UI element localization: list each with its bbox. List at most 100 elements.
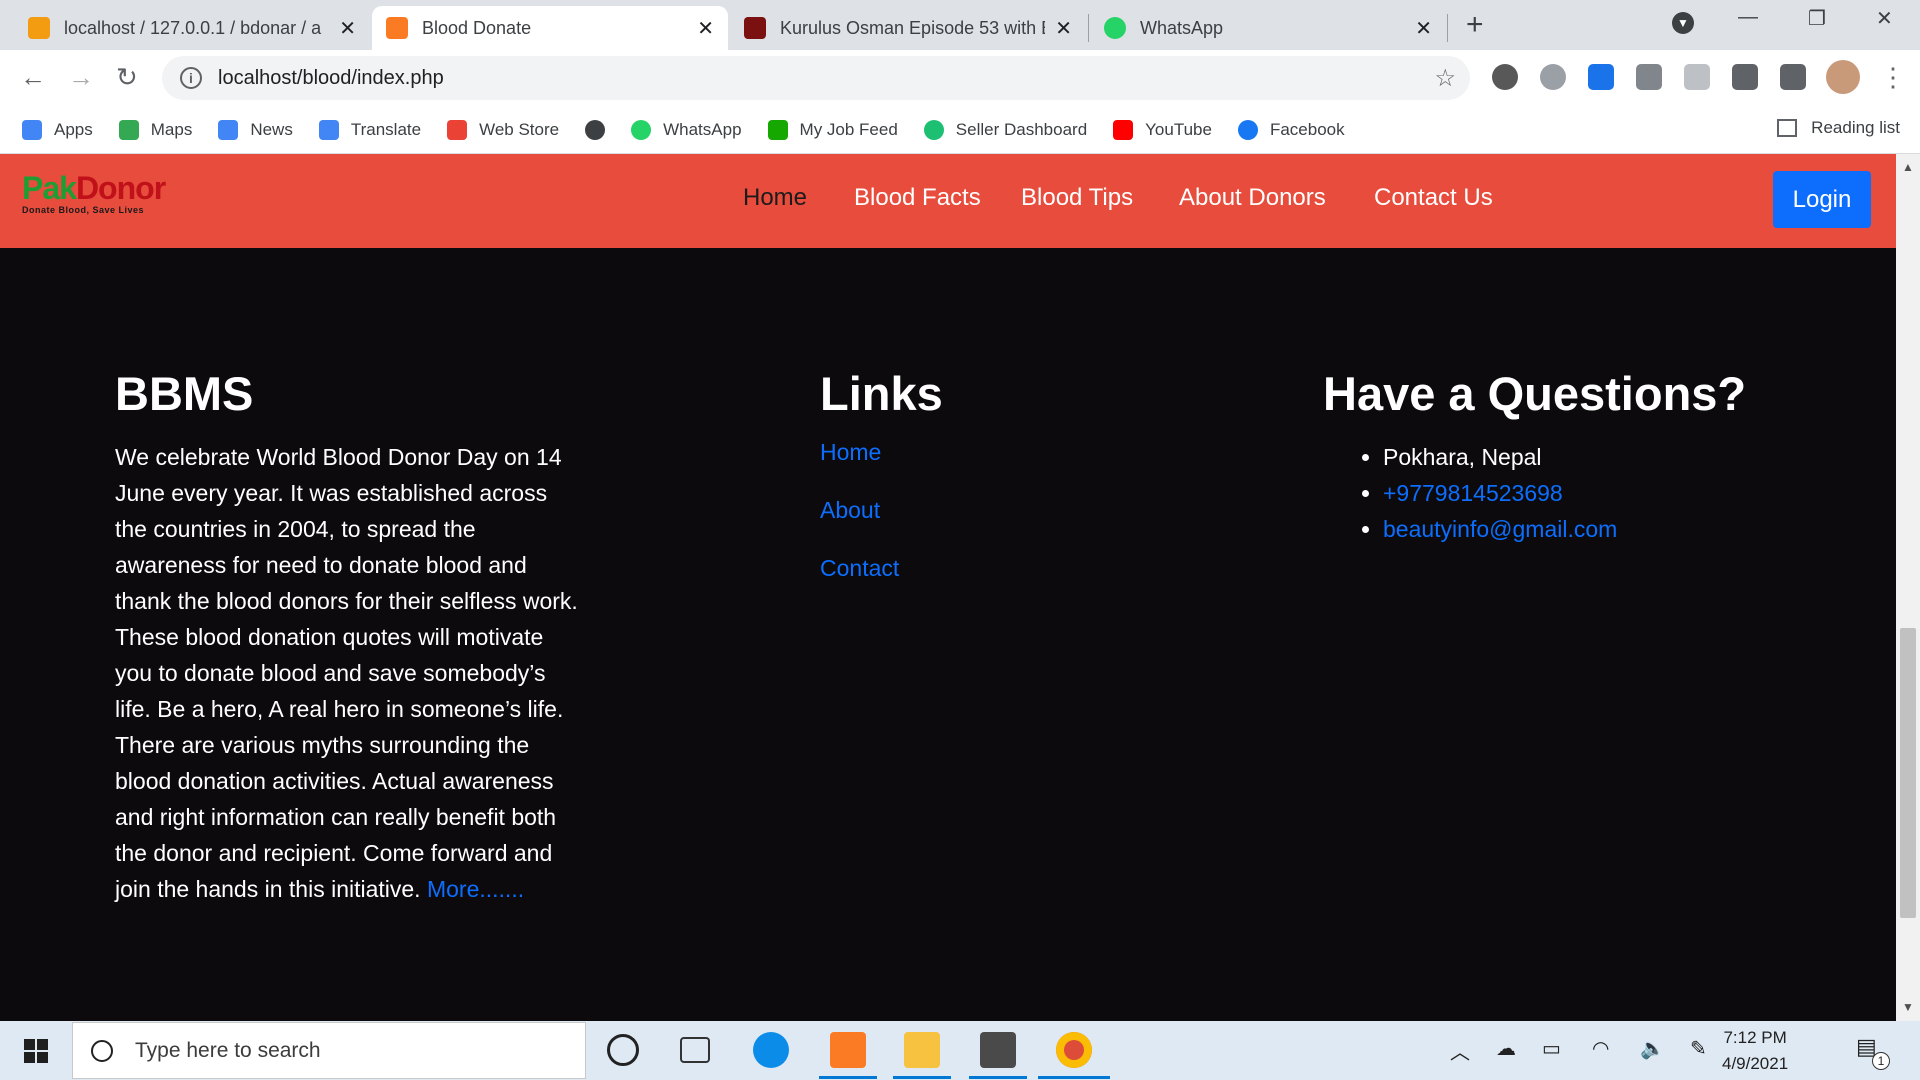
contact-title: Have a Questions? <box>1323 367 1747 420</box>
menu-icon[interactable]: ⋮ <box>1880 62 1906 93</box>
links-column: Links Home About Contact <box>820 366 943 613</box>
about-column: BBMS We celebrate World Blood Donor Day … <box>115 366 585 907</box>
task-view-icon[interactable] <box>680 1037 710 1063</box>
news-icon <box>218 119 239 140</box>
bookmark-facebook[interactable]: Facebook <box>1237 119 1345 140</box>
taskbar-search-box[interactable]: Type here to search <box>72 1022 586 1079</box>
footer-link-home[interactable]: Home <box>820 439 943 466</box>
xampp-icon[interactable] <box>830 1032 866 1068</box>
tab-separator <box>1447 14 1448 42</box>
search-icon <box>91 1039 113 1062</box>
close-tab-icon[interactable]: ✕ <box>697 16 714 41</box>
minimize-button[interactable]: — <box>1738 6 1758 29</box>
windows-logo-icon <box>24 1038 48 1063</box>
bookmark-seller-dashboard[interactable]: Seller Dashboard <box>923 119 1087 140</box>
footer-link-about[interactable]: About <box>820 497 943 524</box>
profile-avatar[interactable] <box>1826 60 1860 94</box>
wifi-icon[interactable]: ◠ <box>1592 1036 1609 1061</box>
windows-taskbar: Type here to search <box>0 1021 1920 1080</box>
bookmark-web-store[interactable]: Web Store <box>447 119 559 140</box>
bookmark-translate[interactable]: Translate <box>318 119 421 140</box>
wordpress-extension-icon[interactable] <box>1492 64 1518 90</box>
site-info-icon[interactable]: i <box>180 67 202 89</box>
site-navbar: PakDonor Donate Blood, Save Lives Home B… <box>0 154 1896 248</box>
tab-separator <box>1088 14 1089 42</box>
cortana-icon[interactable] <box>607 1034 639 1066</box>
tab-kurulus-osman[interactable]: Kurulus Osman Episode 53 with E ✕ <box>730 6 1086 50</box>
reading-list-button[interactable]: Reading list <box>1777 118 1900 138</box>
bookmarks-bar: Apps Maps News Translate Web Store Whats… <box>0 106 1920 154</box>
media-control-icon[interactable] <box>1780 64 1806 90</box>
more-link[interactable]: More....... <box>427 876 524 902</box>
whatsapp-icon <box>1104 17 1126 39</box>
nav-blood-facts[interactable]: Blood Facts <box>854 184 981 212</box>
file-explorer-icon[interactable] <box>904 1032 940 1068</box>
tab-blood-donate[interactable]: Blood Donate ✕ <box>372 6 728 50</box>
tab-search-icon[interactable]: ▼ <box>1672 12 1694 34</box>
address-bar[interactable]: i localhost/blood/index.php ☆ <box>162 56 1470 100</box>
nav-about-donors[interactable]: About Donors <box>1179 184 1326 212</box>
browser-chrome: localhost / 127.0.0.1 / bdonar / a ✕ Blo… <box>0 0 1920 154</box>
nav-contact-us[interactable]: Contact Us <box>1374 184 1493 212</box>
new-tab-button[interactable]: + <box>1466 8 1484 42</box>
contact-email-link[interactable]: beautyinfo@gmail.com <box>1383 516 1617 542</box>
system-clock[interactable]: 7:12 PM 4/9/2021 <box>1722 1025 1788 1077</box>
bookmark-maps[interactable]: Maps <box>118 119 192 140</box>
site-logo[interactable]: PakDonor Donate Blood, Save Lives <box>22 170 172 230</box>
close-window-button[interactable]: ✕ <box>1876 6 1893 31</box>
login-button[interactable]: Login <box>1773 171 1871 228</box>
footer-link-contact[interactable]: Contact <box>820 555 943 582</box>
tab-whatsapp[interactable]: WhatsApp ✕ <box>1090 6 1446 50</box>
page-scrollbar[interactable]: ▲ ▼ <box>1896 154 1920 1021</box>
active-app-indicator <box>893 1076 951 1079</box>
web-store-icon <box>447 119 468 140</box>
scroll-down-icon[interactable]: ▼ <box>1902 1000 1914 1014</box>
extensions-puzzle-icon[interactable] <box>1732 64 1758 90</box>
nav-blood-tips[interactable]: Blood Tips <box>1021 184 1133 212</box>
show-hidden-icons[interactable]: ︿ <box>1450 1036 1470 1065</box>
onedrive-icon[interactable]: ☁ <box>1496 1036 1516 1061</box>
forward-icon[interactable]: → <box>68 62 94 93</box>
translate-icon <box>318 119 339 140</box>
close-tab-icon[interactable]: ✕ <box>1055 16 1072 41</box>
sublime-text-icon[interactable] <box>980 1032 1016 1068</box>
volume-icon[interactable]: 🔈 <box>1640 1036 1665 1061</box>
tab-phpmyadmin[interactable]: localhost / 127.0.0.1 / bdonar / a ✕ <box>14 6 370 50</box>
facebook-icon <box>1237 119 1258 140</box>
nav-home[interactable]: Home <box>743 184 807 212</box>
contact-list: Pokhara, Nepal +9779814523698 beautyinfo… <box>1383 439 1746 547</box>
scroll-up-icon[interactable]: ▲ <box>1902 160 1914 174</box>
pen-icon[interactable]: ✎ <box>1690 1036 1707 1061</box>
about-text: We celebrate World Blood Donor Day on 14… <box>115 444 578 902</box>
contact-phone-item: +9779814523698 <box>1383 475 1746 511</box>
upwork-icon <box>767 119 788 140</box>
back-icon[interactable]: ← <box>20 62 46 93</box>
contact-column: Have a Questions? Pokhara, Nepal +977981… <box>1323 366 1746 547</box>
edge-icon[interactable] <box>753 1032 789 1068</box>
contact-phone-link[interactable]: +9779814523698 <box>1383 480 1563 506</box>
scrollbar-thumb[interactable] <box>1900 628 1916 918</box>
notification-count-badge: 1 <box>1872 1052 1890 1070</box>
bookmark-job-feed[interactable]: My Job Feed <box>767 119 898 140</box>
restore-button[interactable]: ❐ <box>1808 6 1826 31</box>
bookmark-star-icon[interactable]: ☆ <box>1434 64 1456 93</box>
bookmark-youtube[interactable]: YouTube <box>1113 119 1212 140</box>
extension-icon[interactable] <box>1684 64 1710 90</box>
reload-icon[interactable]: ↻ <box>116 62 138 93</box>
bookmark-news[interactable]: News <box>218 119 293 140</box>
links-title: Links <box>820 367 943 420</box>
close-tab-icon[interactable]: ✕ <box>1415 16 1432 41</box>
url-text[interactable]: localhost/blood/index.php <box>218 67 444 90</box>
bookmark-globe[interactable] <box>585 119 606 140</box>
chrome-icon[interactable] <box>1056 1032 1092 1068</box>
bookmark-whatsapp[interactable]: WhatsApp <box>631 119 742 140</box>
camera-extension-icon[interactable] <box>1636 64 1662 90</box>
extension-icon[interactable] <box>1540 64 1566 90</box>
extension-icon[interactable] <box>1588 64 1614 90</box>
battery-icon[interactable]: ▭ <box>1542 1036 1561 1061</box>
web-page: PakDonor Donate Blood, Save Lives Home B… <box>0 154 1896 1021</box>
close-tab-icon[interactable]: ✕ <box>339 16 356 41</box>
bookmark-apps[interactable]: Apps <box>22 119 93 140</box>
phpmyadmin-icon <box>28 17 50 39</box>
start-button[interactable] <box>0 1021 72 1080</box>
